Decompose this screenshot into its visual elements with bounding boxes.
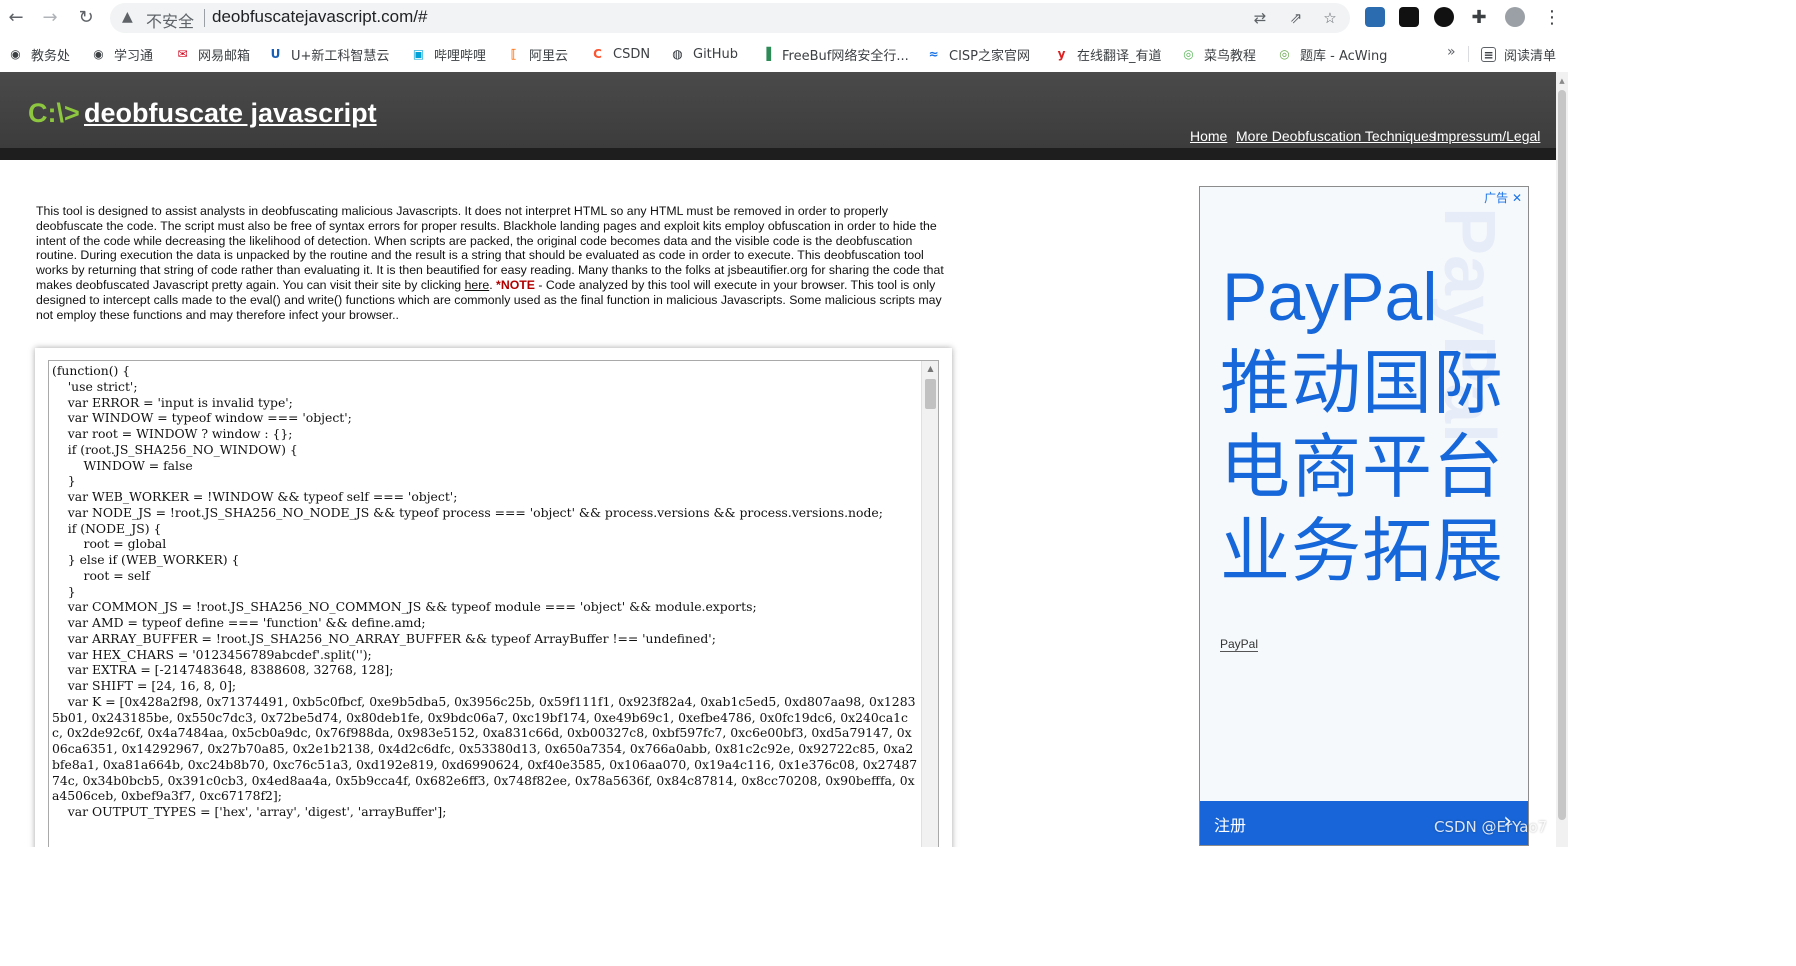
bookmark-label: 哔哩哔哩 <box>434 48 487 64</box>
intro-paragraph: This tool is designed to assist analysts… <box>36 204 951 322</box>
ad-label[interactable]: 广告 ✕ <box>1484 189 1522 206</box>
bookmarks-overflow-button[interactable]: » <box>1447 44 1456 60</box>
download-ext-icon[interactable] <box>1365 7 1385 27</box>
bookmark-label: FreeBuf网络安全行... <box>782 48 909 64</box>
share-icon[interactable]: ⇗ <box>1287 9 1305 27</box>
security-status[interactable]: 不安全 <box>146 8 194 32</box>
bookmark-item[interactable]: C CSDN <box>590 45 650 63</box>
bookmark-favicon-icon: ≈ <box>928 46 939 61</box>
bookmark-item[interactable]: ◍ GitHub <box>670 45 738 63</box>
ext-circle-icon[interactable] <box>1434 7 1454 27</box>
bookmark-label: 网易邮箱 <box>198 48 251 64</box>
bookmark-item[interactable]: ⟦ 阿里云 <box>506 45 569 64</box>
ad-tag-text: 广告 <box>1484 191 1509 205</box>
bookmark-label: 菜鸟教程 <box>1204 48 1257 64</box>
bookmarks-bar: » ≡ 阅读清单 ◉ 教务处 ◉ 学习通 ✉ 网易邮箱 U U+新工科智慧云 ▣ 哔哩哔哩 ⟦ 阿里云… <box>0 36 1568 72</box>
ad-cta-label: 注册 <box>1214 816 1247 835</box>
bookmark-item[interactable]: ▣ 哔哩哔哩 <box>411 45 487 64</box>
star-icon[interactable]: ☆ <box>1321 9 1339 27</box>
code-scroll-thumb[interactable] <box>925 379 936 409</box>
bookmark-favicon-icon: ⟦ <box>510 46 517 61</box>
bookmark-item[interactable]: ◎ 菜鸟教程 <box>1181 45 1257 64</box>
page-scroll-thumb[interactable] <box>1558 90 1566 820</box>
bookmark-label: GitHub <box>693 46 739 62</box>
reading-list-label: 阅读清单 <box>1504 48 1557 64</box>
ext-game-icon[interactable] <box>1399 7 1419 27</box>
warning-icon[interactable]: ▲ <box>122 9 138 25</box>
page-scroll-up-icon[interactable]: ▲ <box>1556 76 1568 86</box>
site-title-link[interactable]: deobfuscate javascript <box>84 98 377 129</box>
back-button[interactable]: ← <box>4 6 28 30</box>
bookmarks-divider <box>1468 46 1469 62</box>
code-textarea[interactable]: (function() { 'use strict'; var ERROR = … <box>48 360 939 847</box>
note-label: *NOTE <box>496 277 535 292</box>
bookmark-favicon-icon: y <box>1057 46 1066 61</box>
arrow-left-icon: ← <box>8 7 24 28</box>
bookmark-favicon-icon: U <box>270 46 281 61</box>
web-page: C:\> deobfuscate javascript Home More De… <box>0 72 1556 847</box>
bookmark-item[interactable]: ◎ 题库 - AcWing <box>1277 45 1388 64</box>
profile-icon[interactable] <box>1505 7 1525 27</box>
bookmark-label: 阿里云 <box>529 48 569 64</box>
jsbeautifier-link[interactable]: here <box>465 278 490 292</box>
arrow-right-icon: → <box>42 7 58 28</box>
ad-headline-2: 电商平台 <box>1220 426 1504 508</box>
header-band <box>0 148 1556 160</box>
bookmark-item[interactable]: ◉ 教务处 <box>8 45 71 64</box>
site-header: C:\> deobfuscate javascript Home More De… <box>0 72 1556 160</box>
ad-banner[interactable]: PayPal 广告 ✕ PayPal 推动国际 电商平台 业务拓展 PayPal… <box>1199 186 1529 846</box>
bookmark-item[interactable]: ✉ 网易邮箱 <box>175 45 251 64</box>
bookmark-label: 在线翻译_有道 <box>1077 48 1162 64</box>
bookmark-favicon-icon: ▐ <box>761 46 772 61</box>
address-divider <box>204 9 205 27</box>
forward-button[interactable]: → <box>38 6 62 30</box>
bookmark-favicon-icon: C <box>593 46 602 61</box>
bookmark-label: 教务处 <box>31 48 71 64</box>
scroll-up-icon[interactable]: ▲ <box>922 363 938 375</box>
address-bar[interactable]: ▲ 不安全 deobfuscatejavascript.com/# ⇄ ⇗ ☆ <box>110 3 1350 33</box>
bookmark-item[interactable]: ▐ FreeBuf网络安全行... <box>759 45 909 64</box>
bookmark-favicon-icon: ◉ <box>93 46 104 61</box>
bookmark-label: U+新工科智慧云 <box>291 48 390 64</box>
bookmark-favicon-icon: ✉ <box>177 46 188 61</box>
logo-prompt: C:\> <box>28 98 80 128</box>
bookmark-favicon-icon: ◍ <box>672 46 683 61</box>
puzzle-icon[interactable]: ✚ <box>1467 6 1491 30</box>
page-scrollbar[interactable]: ▲ <box>1556 72 1568 847</box>
bookmark-favicon-icon: ◉ <box>10 46 21 61</box>
ad-brand: PayPal <box>1222 259 1438 335</box>
browser-toolbar: ← → ↻ ▲ 不安全 deobfuscatejavascript.com/# … <box>0 0 1568 36</box>
reload-button[interactable]: ↻ <box>74 6 98 30</box>
ad-source-link[interactable]: PayPal <box>1220 637 1259 652</box>
bookmark-label: CISP之家官网 <box>949 48 1031 64</box>
nav-impressum-link[interactable]: Impressum/Legal <box>1433 128 1540 144</box>
bookmark-favicon-icon: ◎ <box>1183 46 1194 61</box>
reading-list-button[interactable]: ≡ 阅读清单 <box>1481 45 1557 64</box>
bookmark-item[interactable]: y 在线翻译_有道 <box>1054 45 1162 64</box>
ad-headline-3: 业务拓展 <box>1220 510 1504 592</box>
more-icon[interactable]: ⋮ <box>1540 6 1564 30</box>
csdn-watermark: CSDN @ErYao7 <box>1434 818 1548 836</box>
bookmark-label: 学习通 <box>114 48 154 64</box>
bookmark-item[interactable]: U U+新工科智慧云 <box>268 45 390 64</box>
bookmark-item[interactable]: ≈ CISP之家官网 <box>926 45 1031 64</box>
ad-headline-1: 推动国际 <box>1220 342 1504 424</box>
bookmark-item[interactable]: ◉ 学习通 <box>91 45 154 64</box>
bookmark-label: CSDN <box>613 46 651 62</box>
nav-home-link[interactable]: Home <box>1190 128 1227 144</box>
bookmark-label: 题库 - AcWing <box>1300 48 1388 64</box>
reading-list-icon: ≡ <box>1481 46 1496 62</box>
code-scrollbar[interactable]: ▲ <box>921 361 938 847</box>
close-icon[interactable]: ✕ <box>1512 191 1522 205</box>
bookmark-favicon-icon: ◎ <box>1279 46 1290 61</box>
code-panel: (function() { 'use strict'; var ERROR = … <box>35 348 952 847</box>
bookmark-favicon-icon: ▣ <box>412 46 425 61</box>
reload-icon: ↻ <box>78 7 94 28</box>
code-content[interactable]: (function() { 'use strict'; var ERROR = … <box>52 363 918 820</box>
translate-icon[interactable]: ⇄ <box>1251 9 1269 27</box>
nav-techniques-link[interactable]: More Deobfuscation Techniques <box>1236 128 1436 144</box>
url-text[interactable]: deobfuscatejavascript.com/# <box>212 7 427 27</box>
